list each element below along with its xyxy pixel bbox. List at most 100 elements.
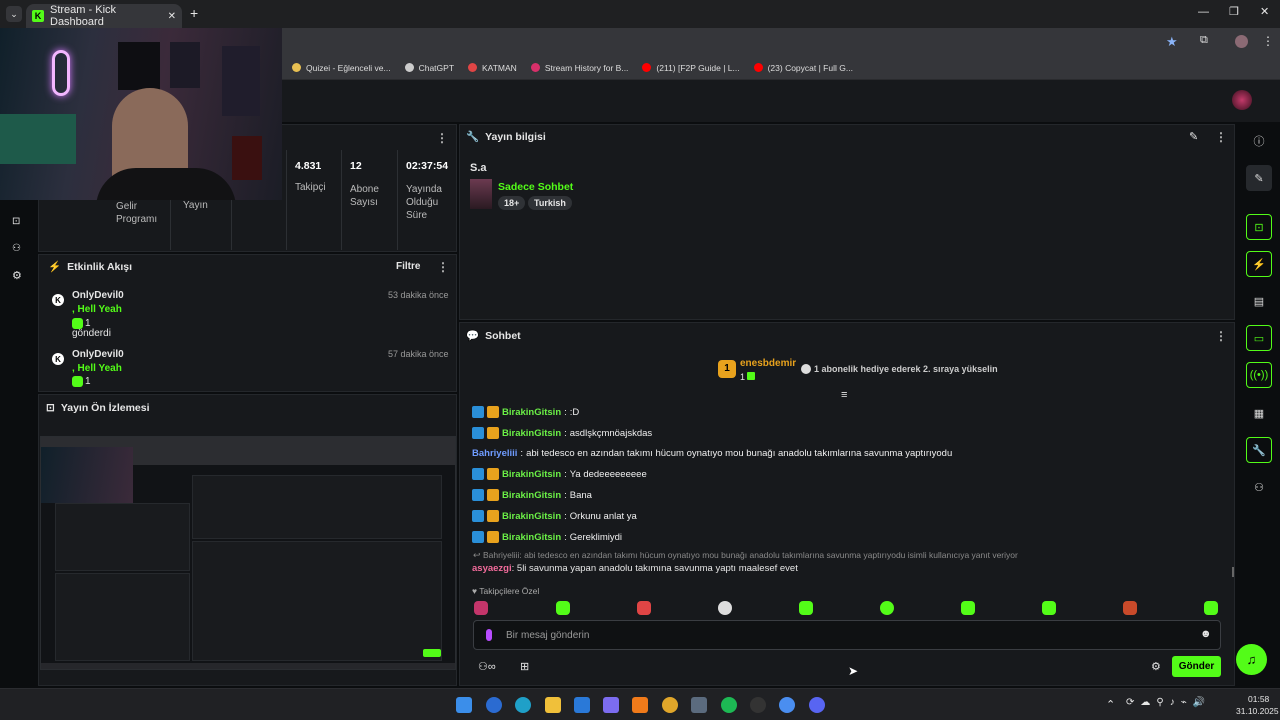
chat-username[interactable]: BirakinGitsin bbox=[502, 469, 561, 480]
new-tab-icon[interactable]: + bbox=[190, 5, 198, 21]
activity-filter-button[interactable]: Filtre bbox=[396, 261, 420, 272]
emote-icon[interactable] bbox=[637, 601, 651, 615]
reply-username[interactable]: asyaezgi bbox=[472, 563, 512, 574]
chrome-icon[interactable] bbox=[779, 697, 795, 713]
send-button[interactable]: Gönder bbox=[1172, 656, 1221, 677]
browser-tab[interactable]: K Stream - Kick Dashboard ✕ bbox=[26, 4, 182, 28]
top-gifter-name[interactable]: enesbdemir bbox=[740, 358, 796, 369]
profile-avatar[interactable] bbox=[1235, 35, 1248, 48]
broadcast-icon[interactable]: ((•)) bbox=[1246, 362, 1272, 388]
chat-tools-icon[interactable]: ⚇∞ bbox=[478, 660, 496, 673]
tray-icons[interactable]: ⟳☁⚲♪⌁🔊 bbox=[1126, 697, 1211, 708]
emote-icon[interactable] bbox=[1204, 601, 1218, 615]
tab-search-icon[interactable]: ⌄ bbox=[6, 6, 22, 22]
edit-pencil-icon[interactable]: ✎ bbox=[1189, 130, 1198, 143]
chat-username[interactable]: Bahriyeliii bbox=[472, 448, 517, 459]
edge-icon[interactable] bbox=[515, 697, 531, 713]
restore-icon[interactable]: ❐ bbox=[1229, 5, 1239, 18]
chat-message: BirakinGitsin: asdlşkçmnöajskdas bbox=[472, 427, 652, 439]
bookmark-star-icon[interactable]: ★ bbox=[1166, 34, 1178, 50]
connections-icon[interactable]: ⚇ bbox=[1246, 474, 1272, 500]
settings-icon[interactable]: ⚙ bbox=[12, 269, 22, 282]
chat-input[interactable]: Bir mesaj gönderin ☻ bbox=[473, 620, 1221, 650]
emote-icon[interactable] bbox=[1042, 601, 1056, 615]
chat-message: BirakinGitsin::D bbox=[472, 406, 579, 418]
discord-icon[interactable] bbox=[809, 697, 825, 713]
app-icon[interactable] bbox=[691, 697, 707, 713]
emote-icon[interactable] bbox=[961, 601, 975, 615]
obs-icon[interactable] bbox=[750, 697, 766, 713]
activity-menu-icon[interactable]: ⋮ bbox=[437, 260, 449, 274]
bookmark-item[interactable]: (23) Copycat | Full G... bbox=[753, 63, 853, 73]
notes-icon[interactable]: ▤ bbox=[1246, 288, 1272, 314]
emote-icon[interactable] bbox=[718, 601, 732, 615]
youtube-icon bbox=[753, 63, 763, 72]
app-icon[interactable] bbox=[486, 697, 502, 713]
bookmark-item[interactable]: Quizei - Eğlenceli ve... bbox=[292, 63, 391, 73]
user-avatar[interactable] bbox=[1232, 90, 1252, 110]
emote-icon[interactable] bbox=[799, 601, 813, 615]
edit-icon[interactable]: ✎ bbox=[1246, 165, 1272, 191]
emote-icon[interactable] bbox=[1123, 601, 1137, 615]
emote-icon[interactable] bbox=[474, 601, 488, 615]
stat-divider bbox=[170, 200, 171, 250]
gift-icon bbox=[747, 372, 755, 380]
chat-settings-icon[interactable]: ⚙ bbox=[1151, 660, 1161, 673]
chat-menu-icon[interactable]: ⋮ bbox=[1215, 329, 1227, 343]
kicks-icon bbox=[72, 376, 83, 387]
stream-preview-video[interactable] bbox=[40, 436, 456, 670]
chat-username[interactable]: BirakinGitsin bbox=[502, 532, 561, 543]
stat-followers: 4.831 Takipçi bbox=[286, 150, 342, 250]
vlc-icon[interactable] bbox=[632, 697, 648, 713]
clock-date[interactable]: 31.10.2025 bbox=[1236, 706, 1279, 716]
copilot-icon[interactable] bbox=[603, 697, 619, 713]
store-icon[interactable]: ⊞ bbox=[520, 660, 529, 673]
layout-icon[interactable]: ▦ bbox=[1246, 400, 1272, 426]
activity-message: , Hell Yeah bbox=[72, 363, 122, 374]
minimize-icon[interactable]: — bbox=[1198, 6, 1209, 18]
mouse-cursor-icon: ➤ bbox=[848, 664, 859, 678]
bookmark-item[interactable]: (211) [F2P Guide | L... bbox=[642, 63, 740, 73]
preview-webcam bbox=[41, 447, 133, 503]
extensions-icon[interactable]: ⧉ bbox=[1200, 34, 1208, 47]
stream-info-menu-icon[interactable]: ⋮ bbox=[1215, 130, 1227, 144]
browser-menu-icon[interactable]: ⋮ bbox=[1262, 34, 1274, 48]
emoji-picker-icon[interactable]: ☻ bbox=[1200, 628, 1212, 640]
emote-icon[interactable] bbox=[880, 601, 894, 615]
spotify-icon[interactable] bbox=[721, 697, 737, 713]
stream-preview-toggle-icon[interactable]: ⊡ bbox=[1246, 214, 1272, 240]
stat-label: Takipçi bbox=[295, 182, 326, 193]
tab-close-icon[interactable]: ✕ bbox=[168, 11, 176, 22]
chat-username[interactable]: BirakinGitsin bbox=[502, 511, 561, 522]
wrench-toggle-icon[interactable]: 🔧 bbox=[1246, 437, 1272, 463]
tray-chevron-icon[interactable]: ⌃ bbox=[1106, 698, 1115, 711]
more-options-icon[interactable]: ⋮ bbox=[436, 131, 448, 145]
verified-badge-icon bbox=[472, 531, 484, 543]
chat-username[interactable]: BirakinGitsin bbox=[502, 407, 561, 418]
help-button[interactable]: ♫ bbox=[1236, 644, 1267, 675]
chrome-icon[interactable] bbox=[662, 697, 678, 713]
chat-username[interactable]: BirakinGitsin bbox=[502, 490, 561, 501]
file-explorer-icon[interactable] bbox=[545, 697, 561, 713]
bookmark-item[interactable]: KATMAN bbox=[468, 63, 517, 73]
category-name[interactable]: Sadece Sohbet bbox=[498, 181, 573, 193]
store-app-icon[interactable] bbox=[574, 697, 590, 713]
bookmark-item[interactable]: ChatGPT bbox=[404, 63, 454, 73]
info-icon[interactable]: ⓘ bbox=[1246, 128, 1272, 154]
chat-username[interactable]: BirakinGitsin bbox=[502, 428, 561, 439]
tag-18plus: 18+ bbox=[498, 196, 526, 210]
clock-time[interactable]: 01:58 bbox=[1248, 694, 1269, 704]
close-window-icon[interactable]: ✕ bbox=[1260, 5, 1269, 18]
activity-count: 1 bbox=[85, 376, 91, 387]
bolt-toggle-icon[interactable]: ⚡ bbox=[1246, 251, 1272, 277]
users-icon[interactable]: ⚇ bbox=[12, 243, 21, 254]
bookmark-item[interactable]: Stream History for B... bbox=[530, 63, 628, 73]
chat-toggle-icon[interactable]: ▭ bbox=[1246, 325, 1272, 351]
emote-icon[interactable] bbox=[556, 601, 570, 615]
chat-scrollbar[interactable] bbox=[1232, 567, 1234, 577]
windows-start-icon[interactable] bbox=[456, 697, 472, 713]
collapse-pinned-icon[interactable]: ≡ bbox=[841, 389, 847, 401]
microphone-icon[interactable] bbox=[486, 629, 492, 641]
stream-preview-icon[interactable]: ⊡ bbox=[12, 216, 20, 227]
youtube-icon bbox=[642, 63, 652, 72]
